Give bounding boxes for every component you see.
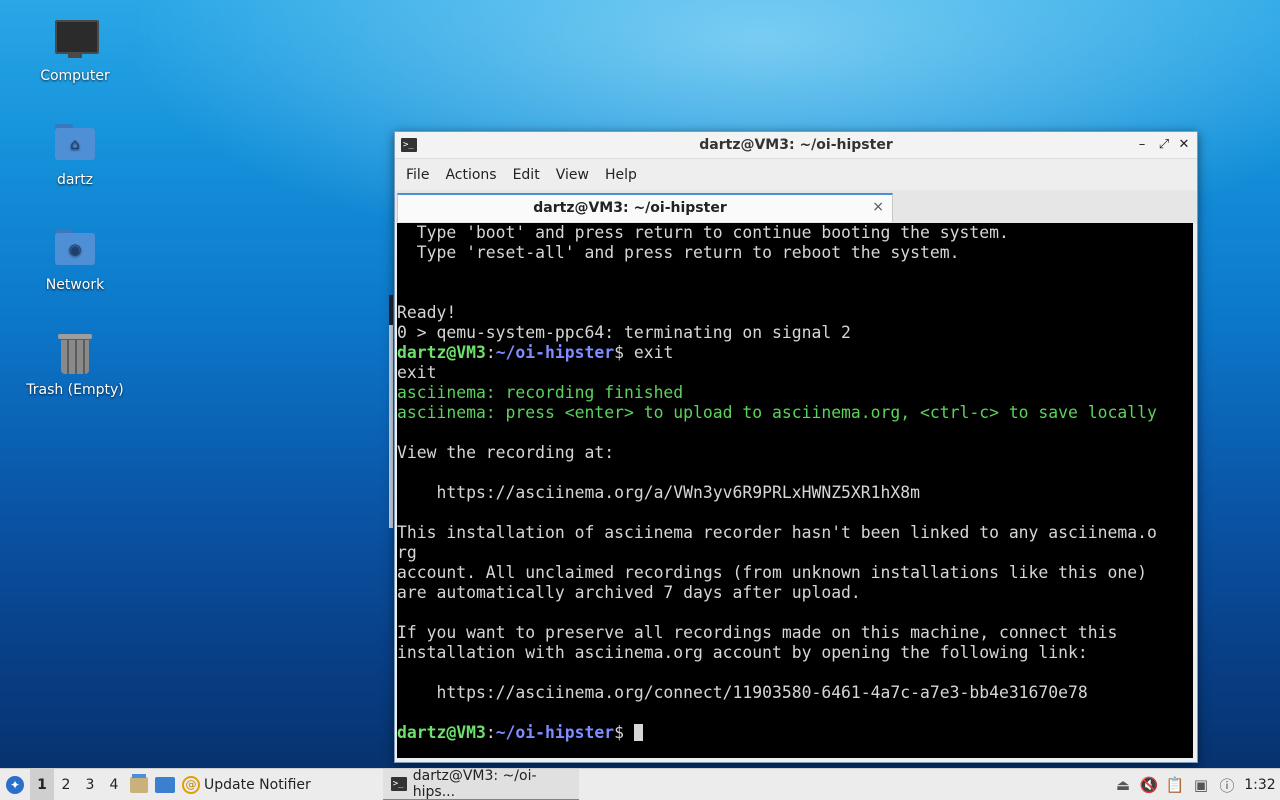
desktop-icon-label: Network [45, 277, 105, 293]
desktop-icon-label: Trash (Empty) [26, 382, 124, 398]
window-titlebar[interactable]: >_ dartz@VM3: ~/oi-hipster – ⤢ ✕ [395, 132, 1197, 159]
window-title: dartz@VM3: ~/oi-hipster [699, 137, 893, 153]
terminal-line: asciinema: press <enter> to upload to as… [397, 403, 1157, 422]
desktop-icon-label: dartz [56, 172, 94, 188]
clipboard-icon[interactable]: 📋 [1162, 776, 1188, 794]
resize-edge [389, 295, 393, 528]
terminal-line: installation with asciinema.org account … [397, 643, 1088, 662]
close-button[interactable]: ✕ [1175, 136, 1193, 154]
tab-label: dartz@VM3: ~/oi-hipster [533, 200, 727, 216]
desktop-icon-home[interactable]: ⌂ dartz [20, 122, 130, 188]
tab-close-icon[interactable]: × [872, 199, 884, 215]
desktop-icon-trash[interactable]: Trash (Empty) [20, 332, 130, 398]
terminal-line: are automatically archived 7 days after … [397, 583, 861, 602]
terminal-line: rg [397, 543, 417, 562]
terminal-line: asciinema: recording finished [397, 383, 684, 402]
home-folder-icon: ⌂ [53, 122, 97, 166]
prompt-user: dartz@VM3 [397, 343, 486, 362]
resize-edge-marker [389, 295, 393, 325]
start-menu-button[interactable]: ✦ [0, 769, 30, 800]
terminal-line: Ready! [397, 303, 457, 322]
show-desktop-icon [155, 777, 175, 793]
start-menu-icon: ✦ [6, 776, 24, 794]
terminal-cursor [633, 724, 643, 741]
terminal-output[interactable]: Type 'boot' and press return to continue… [397, 223, 1193, 758]
network-status-icon[interactable]: ▣ [1188, 776, 1214, 794]
terminal-line: exit [397, 363, 437, 382]
terminal-task-icon: >_ [390, 777, 407, 791]
maximize-button[interactable]: ⤢ [1155, 136, 1173, 154]
desktop-switch-1[interactable]: 1 [30, 769, 54, 800]
volume-muted-icon[interactable]: 🔇 [1136, 776, 1162, 794]
menu-actions[interactable]: Actions [438, 167, 503, 183]
tab-bar: dartz@VM3: ~/oi-hipster × [395, 190, 1197, 224]
menu-view[interactable]: View [549, 167, 596, 183]
desktop-icon-label: Computer [40, 68, 110, 84]
update-notifier-task[interactable]: @ Update Notifier [178, 769, 319, 800]
update-notifier-label: Update Notifier [204, 777, 311, 793]
trash-icon [53, 332, 97, 376]
clock[interactable]: 1:32 [1240, 777, 1280, 793]
terminal-line: Type 'boot' and press return to continue… [397, 223, 1009, 242]
desktop-icon-network[interactable]: ◉ Network [20, 227, 130, 293]
computer-icon [53, 18, 99, 62]
terminal-line: account. All unclaimed recordings (from … [397, 563, 1147, 582]
terminal-window: >_ dartz@VM3: ~/oi-hipster – ⤢ ✕ File Ac… [394, 131, 1198, 763]
file-manager-launcher[interactable] [126, 769, 152, 800]
tab-terminal[interactable]: dartz@VM3: ~/oi-hipster × [397, 193, 893, 222]
desktop-icon-computer[interactable]: Computer [20, 18, 130, 84]
menubar: File Actions Edit View Help [395, 159, 1197, 190]
desktop-switch-2[interactable]: 2 [54, 769, 78, 800]
desktop-switch-4[interactable]: 4 [102, 769, 126, 800]
terminal-line: 0 > qemu-system-ppc64: terminating on si… [397, 323, 851, 342]
network-folder-icon: ◉ [53, 227, 97, 271]
update-notifier-icon: @ [182, 776, 200, 794]
terminal-line: dartz@VM3:~/oi-hipster$ exit [397, 343, 674, 362]
terminal-line: https://asciinema.org/a/VWn3yv6R9PRLxHWN… [397, 483, 921, 502]
terminal-task-button[interactable]: >_ dartz@VM3: ~/oi-hips... [382, 768, 579, 800]
menu-edit[interactable]: Edit [506, 167, 547, 183]
system-tray: ⏏ 🔇 📋 ▣ ⓘ 1:32 [1110, 769, 1280, 800]
prompt-path: ~/oi-hipster [495, 343, 615, 362]
show-desktop-launcher[interactable] [152, 769, 178, 800]
terminal-line: If you want to preserve all recordings m… [397, 623, 1118, 642]
terminal-task-label: dartz@VM3: ~/oi-hips... [412, 768, 537, 800]
menu-file[interactable]: File [399, 167, 436, 183]
menu-help[interactable]: Help [598, 167, 644, 183]
terminal-line: This installation of asciinema recorder … [397, 523, 1157, 542]
terminal-line: View the recording at: [397, 443, 615, 462]
terminal-line: Type 'reset-all' and press return to reb… [397, 243, 960, 262]
file-manager-icon [130, 774, 148, 793]
prompt-path: ~/oi-hipster [495, 723, 615, 742]
update-alert-icon[interactable]: ⓘ [1214, 775, 1240, 796]
minimize-button[interactable]: – [1133, 136, 1151, 154]
desktop-switch-3[interactable]: 3 [78, 769, 102, 800]
terminal-line: https://asciinema.org/connect/11903580-6… [397, 683, 1088, 702]
taskbar: ✦ 1 2 3 4 @ Update Notifier >_ dartz@VM3… [0, 768, 1280, 800]
prompt-user: dartz@VM3 [397, 723, 486, 742]
terminal-line: dartz@VM3:~/oi-hipster$ [397, 723, 1193, 743]
terminal-text: Type 'boot' and press return to continue… [397, 223, 1193, 743]
eject-icon[interactable]: ⏏ [1110, 776, 1136, 794]
